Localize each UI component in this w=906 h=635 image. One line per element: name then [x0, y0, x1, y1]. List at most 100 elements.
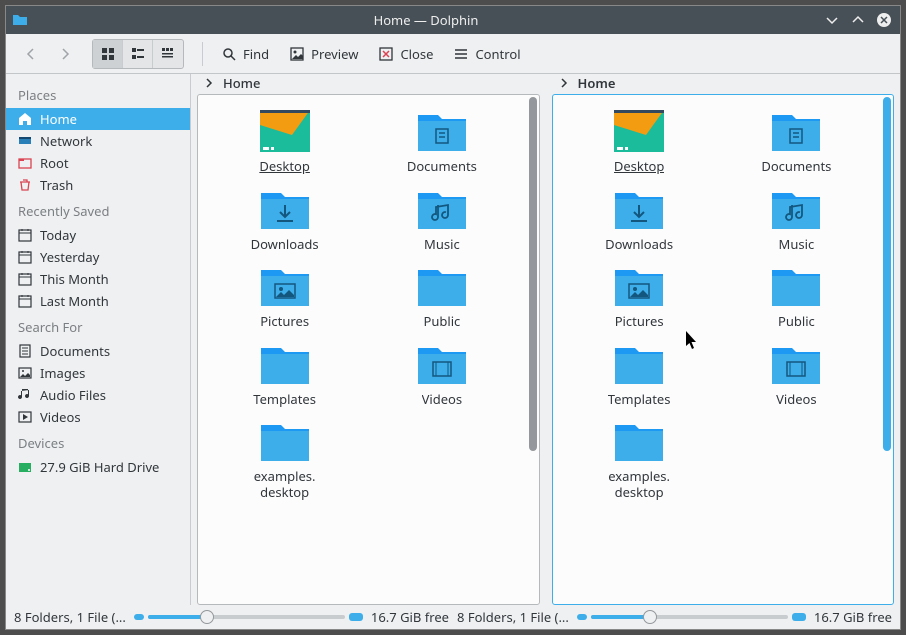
folder-icon: [257, 340, 313, 388]
sidebar-item-network[interactable]: Network: [6, 130, 190, 152]
file-item[interactable]: Templates: [569, 338, 709, 410]
file-label: Templates: [608, 392, 671, 408]
view-icons-button[interactable]: [93, 40, 123, 68]
file-item[interactable]: Desktop: [569, 105, 709, 177]
sidebar-item-images[interactable]: Images: [6, 362, 190, 384]
file-item[interactable]: Public: [372, 260, 512, 332]
folder-icon: [768, 185, 824, 233]
sidebar-item-label: Yesterday: [40, 248, 99, 266]
file-item[interactable]: Desktop: [215, 105, 355, 177]
dolphin-window: Home — Dolphin Find Preview Close Contro…: [5, 5, 901, 630]
sidebar-item-label: 27.9 GiB Hard Drive: [40, 458, 159, 476]
close-split-button[interactable]: Close: [370, 39, 441, 69]
sidebar-item-home[interactable]: Home: [6, 108, 190, 130]
sidebar-heading: Devices: [6, 428, 190, 456]
sidebar-heading: Recently Saved: [6, 196, 190, 224]
file-label: Documents: [407, 159, 477, 175]
status-left: 8 Folders, 1 File (... 16.7 GiB free: [14, 608, 449, 626]
control-button[interactable]: Control: [445, 39, 528, 69]
file-item[interactable]: Music: [726, 183, 866, 255]
folder-icon: [611, 417, 667, 465]
sidebar-item-trash[interactable]: Trash: [6, 174, 190, 196]
file-pane: Home DesktopDocumentsDownloads Music Pictur…: [546, 74, 901, 605]
file-label: Downloads: [251, 237, 319, 253]
maximize-button[interactable]: [848, 10, 868, 30]
sidebar-item-yesterday[interactable]: Yesterday: [6, 246, 190, 268]
body: PlacesHomeNetworkRootTrashRecently Saved…: [6, 74, 900, 605]
sidebar-item-last-month[interactable]: Last Month: [6, 290, 190, 312]
zoom-slider[interactable]: [577, 613, 806, 621]
sidebar-item-27-9-gib-hard-drive[interactable]: 27.9 GiB Hard Drive: [6, 456, 190, 478]
view-details-button[interactable]: [153, 40, 183, 68]
scrollbar[interactable]: [883, 97, 891, 602]
file-area[interactable]: DesktopDocumentsDownloads Music Pictures Pu…: [552, 94, 895, 605]
breadcrumb[interactable]: Home: [191, 74, 546, 94]
view-compact-button[interactable]: [123, 40, 153, 68]
folder-icon: [611, 185, 667, 233]
folder-icon: [611, 107, 667, 155]
zoom-max-icon: [349, 613, 363, 621]
window-title: Home — Dolphin: [36, 11, 816, 29]
status-text: 8 Folders, 1 File (...: [457, 608, 569, 626]
sidebar-item-audio-files[interactable]: Audio Files: [6, 384, 190, 406]
sidebar-item-videos[interactable]: Videos: [6, 406, 190, 428]
sidebar-item-label: This Month: [40, 270, 109, 288]
sidebar-item-label: Images: [40, 364, 85, 382]
file-item[interactable]: Videos: [372, 338, 512, 410]
folder-icon: [257, 107, 313, 155]
zoom-slider[interactable]: [134, 613, 363, 621]
file-item[interactable]: Templates: [215, 338, 355, 410]
file-item[interactable]: Pictures: [569, 260, 709, 332]
titlebar[interactable]: Home — Dolphin: [6, 6, 900, 34]
file-item[interactable]: examples.desktop: [215, 415, 355, 502]
sidebar-item-label: Last Month: [40, 292, 109, 310]
file-area[interactable]: Desktop Documents Downloads MusicPictures Pu…: [197, 94, 540, 605]
file-item[interactable]: Documents: [372, 105, 512, 177]
folder-icon: [414, 107, 470, 155]
file-label: Public: [778, 314, 815, 330]
sidebar-heading: Search For: [6, 312, 190, 340]
folder-icon: [257, 185, 313, 233]
file-item[interactable]: Downloads: [215, 183, 355, 255]
file-item[interactable]: Documents: [726, 105, 866, 177]
file-item[interactable]: examples.desktop: [569, 415, 709, 502]
close-button[interactable]: [874, 10, 894, 30]
forward-button[interactable]: [50, 39, 80, 69]
free-space: 16.7 GiB free: [371, 608, 449, 626]
breadcrumb-item[interactable]: Home: [223, 74, 260, 92]
minimize-button[interactable]: [822, 10, 842, 30]
file-label: Music: [779, 237, 815, 253]
statusbar: 8 Folders, 1 File (... 16.7 GiB free 8 F…: [6, 605, 900, 629]
back-button[interactable]: [16, 39, 46, 69]
file-label: Videos: [422, 392, 463, 408]
file-label: Public: [423, 314, 460, 330]
file-item[interactable]: Downloads: [569, 183, 709, 255]
sidebar-heading: Places: [6, 80, 190, 108]
sidebar-item-documents[interactable]: Documents: [6, 340, 190, 362]
find-button[interactable]: Find: [213, 39, 277, 69]
status-right: 8 Folders, 1 File (... 16.7 GiB free: [457, 608, 892, 626]
zoom-max-icon: [792, 613, 806, 621]
folder-icon: [768, 262, 824, 310]
toolbar: Find Preview Close Control: [6, 34, 900, 74]
preview-button[interactable]: Preview: [281, 39, 366, 69]
file-item[interactable]: Public: [726, 260, 866, 332]
file-item[interactable]: Pictures: [215, 260, 355, 332]
folder-icon: [611, 262, 667, 310]
file-item[interactable]: Music: [372, 183, 512, 255]
sidebar-item-this-month[interactable]: This Month: [6, 268, 190, 290]
folder-icon: [257, 262, 313, 310]
folder-icon: [768, 107, 824, 155]
chevron-right-icon: [203, 77, 215, 89]
breadcrumb-item[interactable]: Home: [578, 74, 616, 92]
scrollbar[interactable]: [529, 97, 537, 602]
sidebar-item-label: Videos: [40, 408, 81, 426]
sidebar[interactable]: PlacesHomeNetwork Root TrashRecently Saved…: [6, 74, 191, 605]
breadcrumb[interactable]: Home: [546, 74, 901, 94]
file-item[interactable]: Videos: [726, 338, 866, 410]
sidebar-item-root[interactable]: Root: [6, 152, 190, 174]
sidebar-item-label: Audio Files: [40, 386, 106, 404]
folder-icon: [611, 340, 667, 388]
sidebar-item-label: Root: [40, 154, 69, 172]
sidebar-item-today[interactable]: Today: [6, 224, 190, 246]
